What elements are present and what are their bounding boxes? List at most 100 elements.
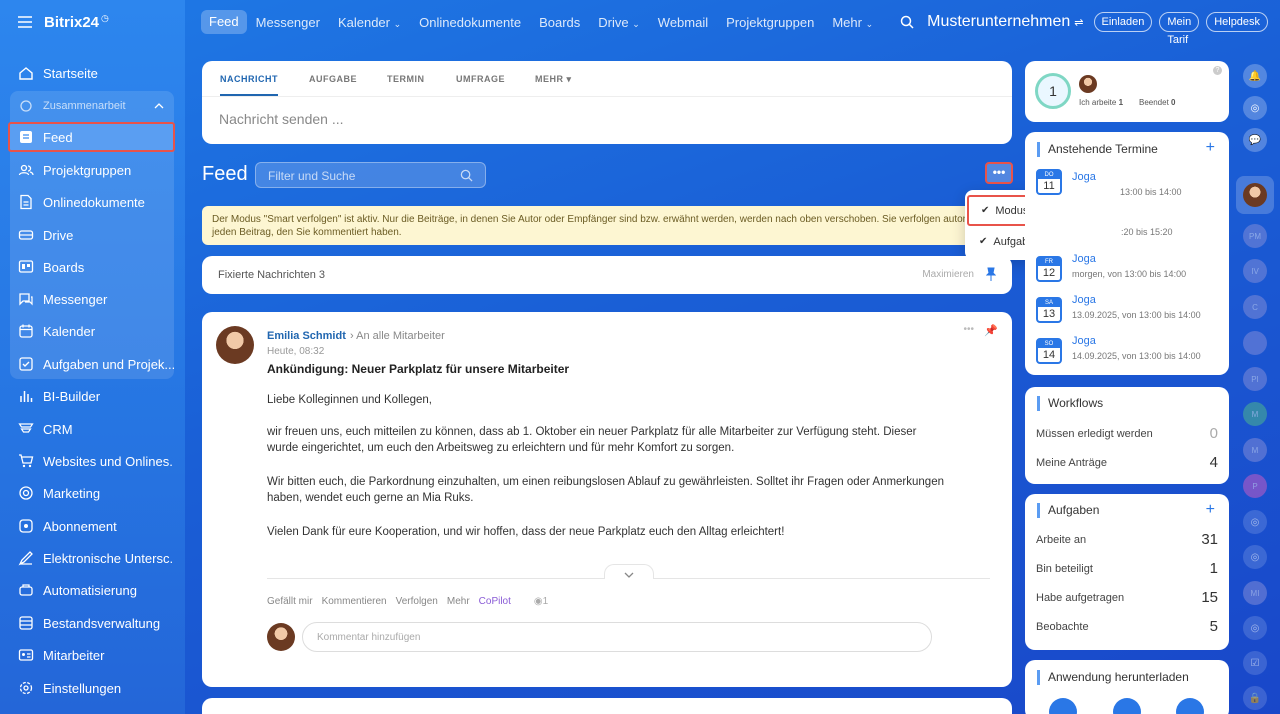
nav-messenger[interactable]: Messenger [247,15,329,30]
chevron-down-icon [624,572,634,578]
sidebar-item-einstellungen[interactable]: Einstellungen [10,673,174,703]
sidebar-item-automatisierung[interactable]: Automatisierung [10,575,174,605]
filter-settings-icon[interactable]: ⇌ [1074,16,1083,29]
sidebar-item-kalender[interactable]: Kalender [10,316,174,346]
sidebar-item-signatur[interactable]: Elektronische Untersc... [10,543,174,573]
pinned-label: Fixierte Nachrichten 3 [218,269,325,281]
tab-umfrage[interactable]: UMFRAGE [456,74,505,84]
contact-avatar[interactable]: M [1243,402,1267,426]
sidebar-item-drive[interactable]: Drive [10,220,174,250]
maximize-link[interactable]: Maximieren [922,269,974,280]
tab-nachricht[interactable]: NACHRICHT [220,74,278,84]
sidebar-item-bestandsverwaltung[interactable]: Bestandsverwaltung [10,608,174,638]
invite-button[interactable]: Einladen [1093,12,1153,32]
event-title[interactable]: Joga [1072,171,1096,183]
contact-avatar[interactable]: MI [1243,581,1267,605]
copilot-icon[interactable]: ◎ [1243,616,1267,640]
follow-button[interactable]: Verfolgen [396,596,438,607]
task-row[interactable]: Beobachte 5 [1036,618,1218,635]
tasks-icon[interactable]: ☑ [1243,651,1267,675]
contact-avatar[interactable]: IV [1243,259,1267,283]
contact-avatar[interactable]: PM [1243,224,1267,248]
sidebar-item-crm[interactable]: CRM [10,414,174,444]
menu-icon[interactable] [18,16,32,28]
worktime-counter[interactable]: 1 [1035,73,1071,109]
task-row[interactable]: Bin beteiligt 1 [1036,560,1218,577]
help-icon[interactable]: ? [1213,66,1222,75]
sidebar-item-startseite[interactable]: Startseite [10,58,174,88]
nav-projektgruppen[interactable]: Projektgruppen [717,15,823,30]
like-button[interactable]: Gefällt mir [267,596,313,607]
contact-avatar[interactable]: PI [1243,367,1267,391]
sidebar-item-bi-builder[interactable]: BI-Builder [10,381,174,411]
pin-icon[interactable] [986,267,996,281]
notifications-icon[interactable]: 🔔 [1243,64,1267,88]
sidebar-item-projektgruppen[interactable]: Projektgruppen [10,155,174,185]
comment-button[interactable]: Kommentieren [322,596,387,607]
event-title[interactable]: Joga [1072,294,1096,306]
sidebar-item-feed[interactable]: Feed [8,122,175,152]
apple-icon[interactable] [1049,698,1077,714]
copilot-icon[interactable]: ◎ [1243,510,1267,534]
sidebar-item-marketing[interactable]: Marketing [10,478,174,508]
top-navigation: Feed Messenger Kalender ⌄ Onlinedokument… [185,0,1280,46]
nav-feed[interactable]: Feed [201,10,247,34]
workflow-row[interactable]: Meine Anträge 4 [1036,454,1218,471]
copilot-icon[interactable]: ◎ [1243,96,1267,120]
event-title[interactable]: Joga [1072,253,1096,265]
task-row[interactable]: Arbeite an 31 [1036,531,1218,548]
contact-avatar[interactable]: C [1243,295,1267,319]
workflow-row[interactable]: Müssen erledigt werden 0 [1036,425,1218,442]
copilot-icon[interactable]: ◎ [1243,545,1267,569]
company-name[interactable]: Musterunternehmen [927,13,1070,31]
sidebar-item-mitarbeiter[interactable]: Mitarbeiter [10,640,174,670]
workflows-widget: Workflows Müssen erledigt werden 0 Meine … [1025,387,1229,484]
feed-icon [18,129,34,145]
search-icon[interactable] [900,15,914,29]
sidebar-item-onlinedokumente[interactable]: Onlinedokumente [10,187,174,217]
pin-icon[interactable]: 📌 [984,324,998,337]
copilot-button[interactable]: CoPilot [479,596,511,607]
add-event-icon[interactable]: + [1206,139,1215,157]
tab-mehr[interactable]: MEHR ▾ [535,74,572,85]
more-icon[interactable]: ••• [963,324,974,335]
active-chat[interactable] [1236,176,1274,214]
post-time[interactable]: Heute, 08:32 [267,346,324,357]
nav-webmail[interactable]: Webmail [649,15,717,30]
nav-boards[interactable]: Boards [530,15,589,30]
nav-mehr[interactable]: Mehr ⌄ [823,15,882,30]
add-task-icon[interactable]: + [1206,501,1215,519]
message-input[interactable]: Nachricht senden ... [219,111,344,127]
contact-avatar[interactable]: M [1243,438,1267,462]
filter-search-input[interactable]: Filter und Suche [255,162,486,188]
task-row[interactable]: Habe aufgetragen 15 [1036,589,1218,606]
chat-icon[interactable]: 💬 [1243,128,1267,152]
author-name[interactable]: Emilia Schmidt [267,330,346,342]
lock-icon[interactable]: 🔒 [1243,686,1267,710]
tab-termin[interactable]: TERMIN [387,74,425,84]
sidebar-group-header[interactable]: Zusammenarbeit [10,91,174,121]
helpdesk-button[interactable]: Helpdesk [1206,12,1269,32]
sidebar-item-abonnement[interactable]: Abonnement [10,511,174,541]
contact-avatar[interactable] [1243,331,1267,355]
tab-aufgabe[interactable]: AUFGABE [309,74,357,84]
plan-button[interactable]: Mein Tarif [1159,12,1200,46]
windows-icon[interactable] [1113,698,1141,714]
nav-onlinedokumente[interactable]: Onlinedokumente [410,15,530,30]
contact-avatar[interactable]: P [1243,474,1267,498]
feed-more-button[interactable]: ••• [985,162,1013,184]
more-button[interactable]: Mehr [447,596,470,607]
comment-input[interactable]: Kommentar hinzufügen [302,622,932,652]
logo[interactable]: Bitrix24 [44,14,99,31]
sidebar-item-websites[interactable]: Websites und Onlines... [10,446,174,476]
pinned-messages[interactable]: Fixierte Nachrichten 3 Maximieren [202,256,1012,294]
app-store-icon[interactable] [1176,698,1204,714]
expand-button[interactable] [604,564,654,579]
sidebar-item-boards[interactable]: Boards [10,252,174,282]
nav-kalender[interactable]: Kalender ⌄ [329,15,410,30]
sidebar-item-aufgaben[interactable]: Aufgaben und Projek... [10,349,174,379]
event-title[interactable]: Joga [1072,335,1096,347]
sidebar-item-messenger[interactable]: Messenger [10,284,174,314]
author-avatar[interactable] [216,326,254,364]
nav-drive[interactable]: Drive ⌄ [589,15,649,30]
